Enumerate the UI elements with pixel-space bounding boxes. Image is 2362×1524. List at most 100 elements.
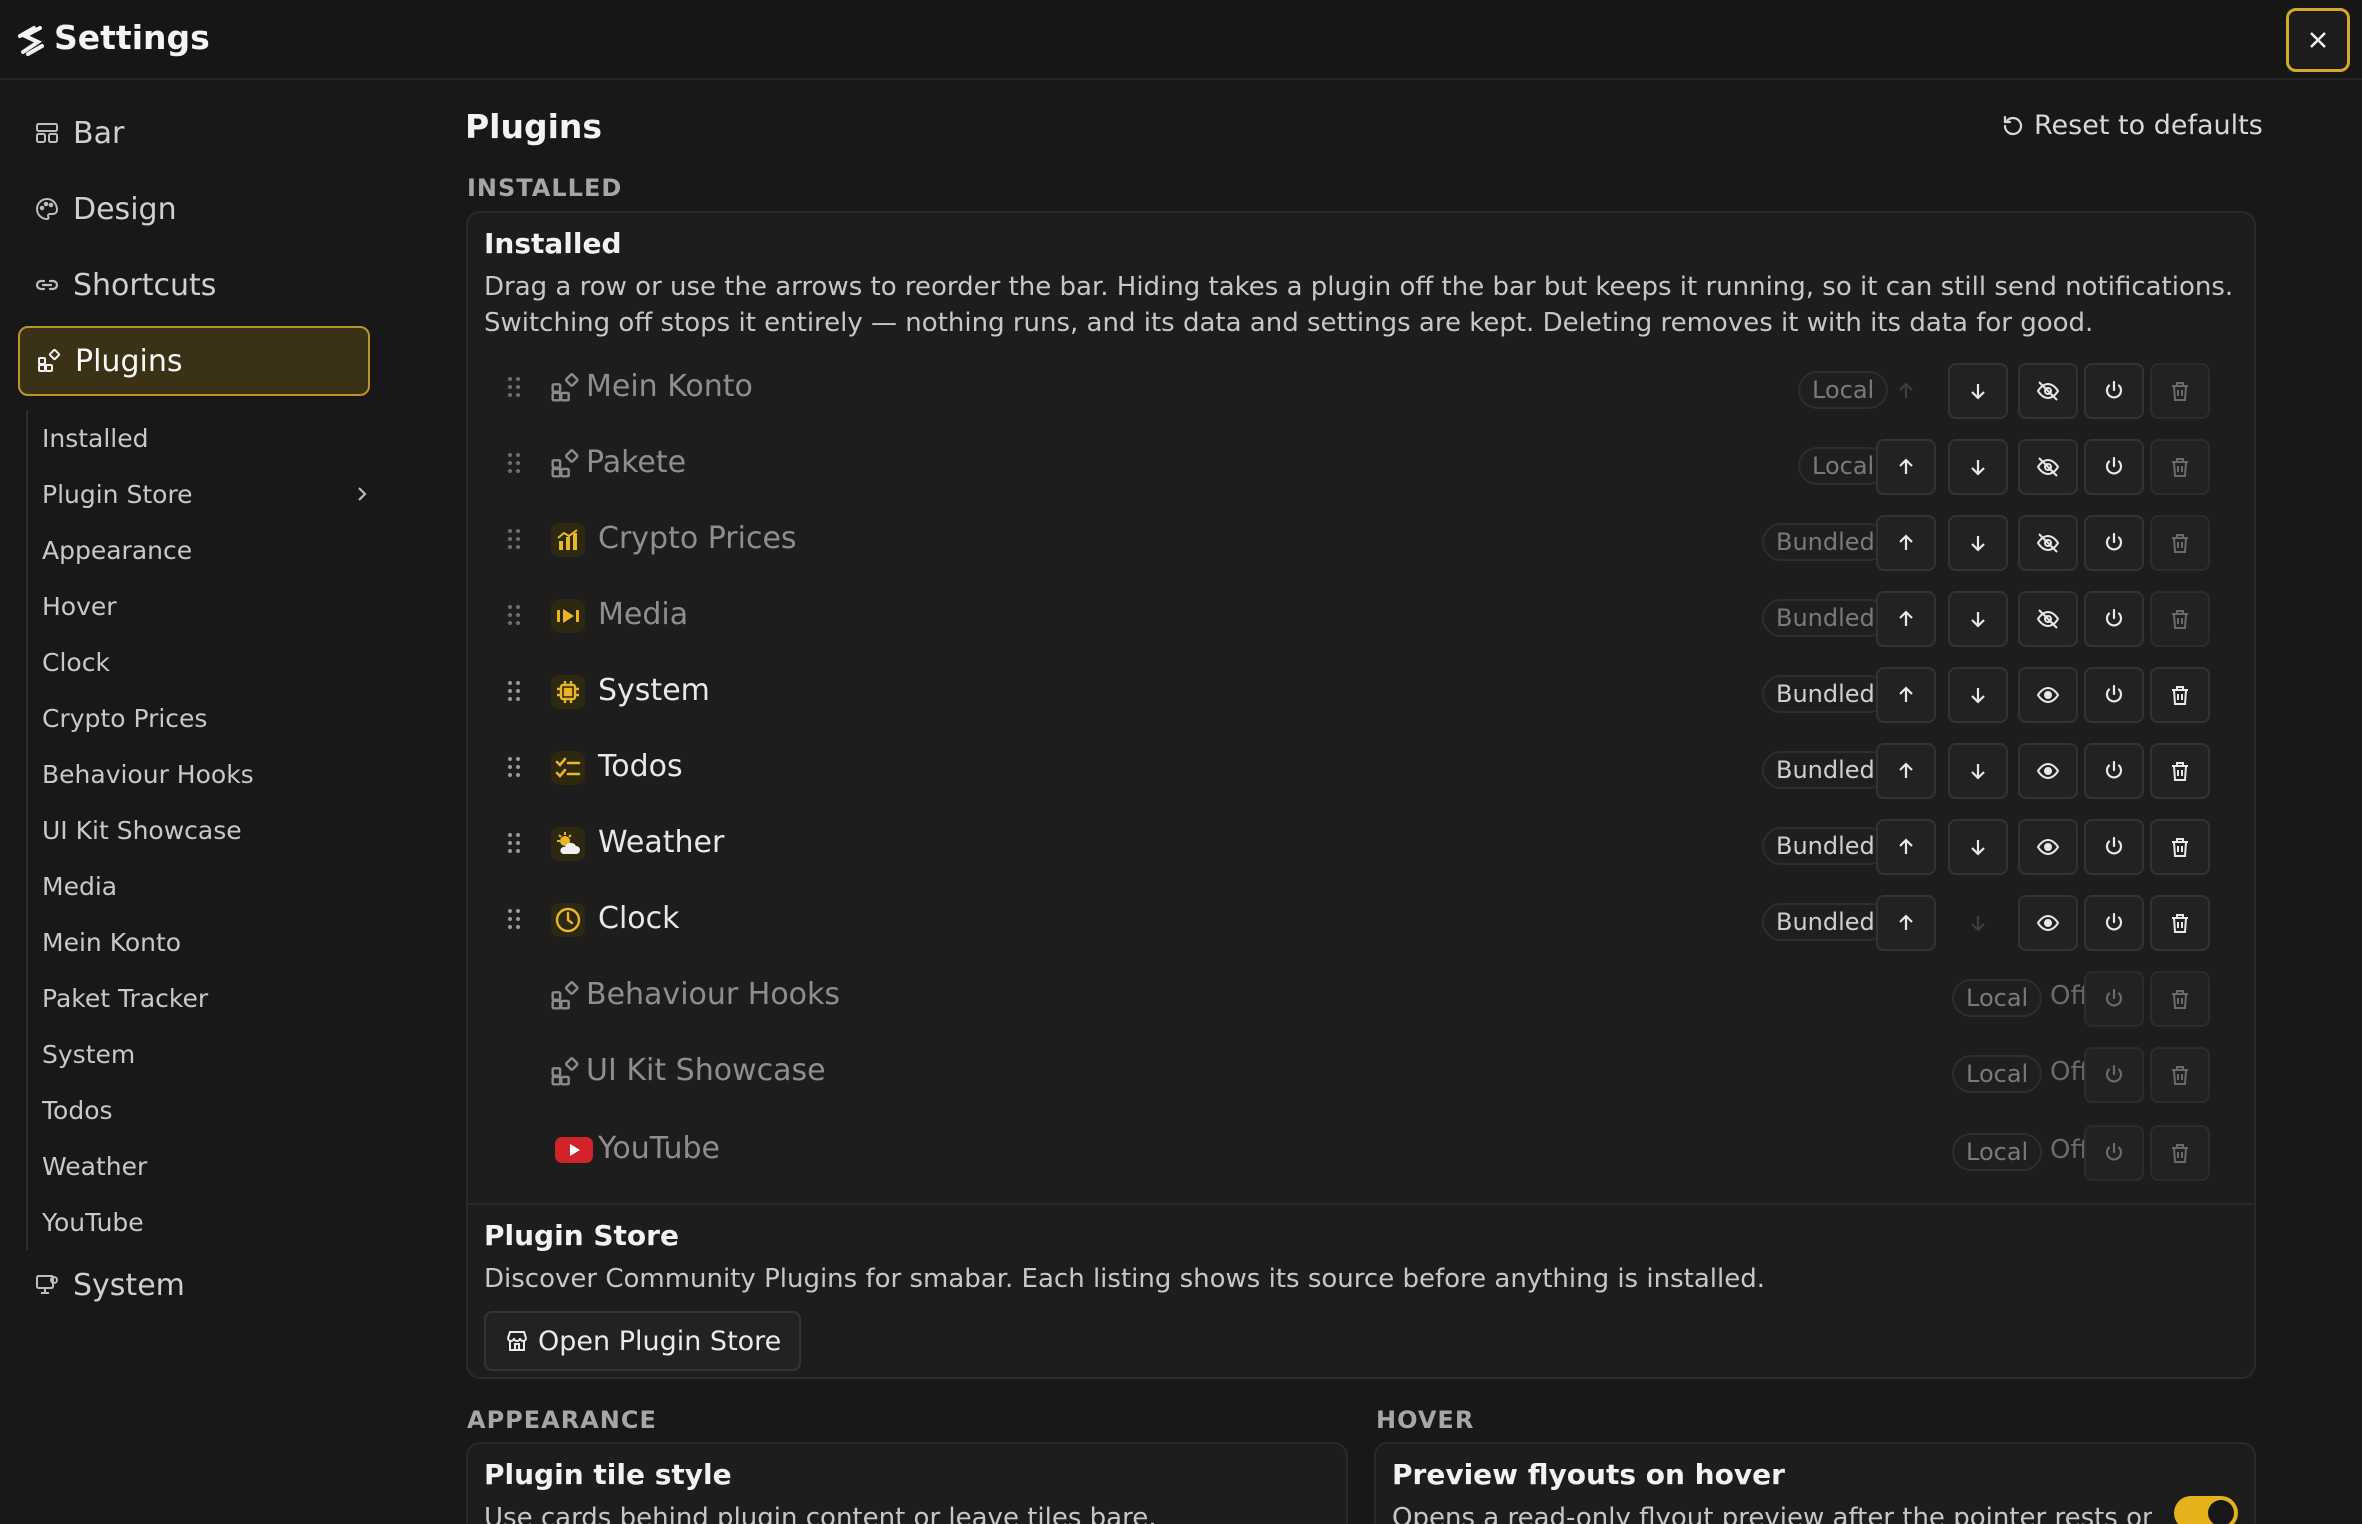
power-button[interactable] bbox=[2084, 971, 2144, 1027]
delete-button[interactable] bbox=[2150, 971, 2210, 1027]
plugin-row[interactable]: Todos Bundled bbox=[468, 731, 2258, 807]
subnav-ui-kit-showcase[interactable]: UI Kit Showcase bbox=[28, 802, 376, 858]
subnav-label: YouTube bbox=[42, 1207, 144, 1237]
drag-handle-icon[interactable] bbox=[506, 447, 522, 479]
plugin-row[interactable]: System Bundled bbox=[468, 655, 2258, 731]
power-button[interactable] bbox=[2084, 1047, 2144, 1103]
toggle-visibility-button[interactable] bbox=[2018, 515, 2078, 571]
power-button[interactable] bbox=[2084, 591, 2144, 647]
power-button[interactable] bbox=[2084, 819, 2144, 875]
move-down-button[interactable] bbox=[1948, 743, 2008, 799]
source-badge: Bundled bbox=[1762, 751, 1889, 789]
drag-handle-icon[interactable] bbox=[506, 903, 522, 935]
plugin-row[interactable]: Behaviour Hooks Local Off bbox=[468, 959, 2258, 1035]
monitor-icon bbox=[33, 1271, 61, 1299]
sidebar-item-design[interactable]: Design bbox=[18, 174, 370, 244]
subnav-system[interactable]: System bbox=[28, 1026, 376, 1082]
move-up-button[interactable] bbox=[1876, 363, 1936, 419]
move-down-button[interactable] bbox=[1948, 439, 2008, 495]
toggle-visibility-button[interactable] bbox=[2018, 667, 2078, 723]
drag-handle-icon[interactable] bbox=[506, 599, 522, 631]
move-down-button[interactable] bbox=[1948, 591, 2008, 647]
reset-defaults-button[interactable]: Reset to defaults bbox=[2000, 110, 2263, 141]
subnav-plugin-store[interactable]: Plugin Store bbox=[28, 466, 376, 522]
move-up-button[interactable] bbox=[1876, 743, 1936, 799]
delete-button[interactable] bbox=[2150, 439, 2210, 495]
move-up-button[interactable] bbox=[1876, 515, 1936, 571]
close-button[interactable] bbox=[2286, 8, 2350, 72]
power-button[interactable] bbox=[2084, 1125, 2144, 1181]
delete-button[interactable] bbox=[2150, 591, 2210, 647]
plugin-row[interactable]: Weather Bundled bbox=[468, 807, 2258, 883]
plugin-row[interactable]: UI Kit Showcase Local Off bbox=[468, 1035, 2258, 1111]
toggle-visibility-button[interactable] bbox=[2018, 439, 2078, 495]
move-up-button[interactable] bbox=[1876, 439, 1936, 495]
subnav-clock[interactable]: Clock bbox=[28, 634, 376, 690]
hover-preview-toggle[interactable] bbox=[2174, 1496, 2238, 1524]
plugin-store-section: Plugin Store Discover Community Plugins … bbox=[468, 1203, 2254, 1377]
plugin-name: Todos bbox=[598, 749, 683, 784]
subnav-installed[interactable]: Installed bbox=[28, 410, 376, 466]
toggle-visibility-button[interactable] bbox=[2018, 743, 2078, 799]
power-button[interactable] bbox=[2084, 439, 2144, 495]
subnav-paket-tracker[interactable]: Paket Tracker bbox=[28, 970, 376, 1026]
toggle-visibility-button[interactable] bbox=[2018, 895, 2078, 951]
move-down-button[interactable] bbox=[1948, 515, 2008, 571]
move-down-button[interactable] bbox=[1948, 819, 2008, 875]
sidebar-item-bar[interactable]: Bar bbox=[18, 98, 370, 168]
subnav-behaviour-hooks[interactable]: Behaviour Hooks bbox=[28, 746, 376, 802]
drag-handle-icon[interactable] bbox=[506, 675, 522, 707]
plugin-row[interactable]: Mein Konto Local bbox=[468, 351, 2258, 427]
subnav-youtube[interactable]: YouTube bbox=[28, 1194, 376, 1250]
plugin-row[interactable]: Media Bundled bbox=[468, 579, 2258, 655]
subnav-appearance[interactable]: Appearance bbox=[28, 522, 376, 578]
power-button[interactable] bbox=[2084, 363, 2144, 419]
toggle-visibility-button[interactable] bbox=[2018, 591, 2078, 647]
subnav-hover[interactable]: Hover bbox=[28, 578, 376, 634]
move-up-button[interactable] bbox=[1876, 591, 1936, 647]
move-up-button[interactable] bbox=[1876, 895, 1936, 951]
drag-handle-icon[interactable] bbox=[506, 523, 522, 555]
plugin-row[interactable]: YouTube Local Off bbox=[468, 1113, 2258, 1189]
power-button[interactable] bbox=[2084, 895, 2144, 951]
power-button[interactable] bbox=[2084, 515, 2144, 571]
move-down-button[interactable] bbox=[1948, 363, 2008, 419]
subnav-todos[interactable]: Todos bbox=[28, 1082, 376, 1138]
weather-icon bbox=[551, 827, 585, 861]
power-button[interactable] bbox=[2084, 667, 2144, 723]
delete-button[interactable] bbox=[2150, 1125, 2210, 1181]
delete-button[interactable] bbox=[2150, 667, 2210, 723]
sidebar-item-system[interactable]: System bbox=[18, 1250, 370, 1320]
power-icon bbox=[2105, 608, 2123, 627]
move-down-button[interactable] bbox=[1948, 895, 2008, 951]
delete-button[interactable] bbox=[2150, 1047, 2210, 1103]
delete-button[interactable] bbox=[2150, 819, 2210, 875]
delete-button[interactable] bbox=[2150, 743, 2210, 799]
move-up-button[interactable] bbox=[1876, 667, 1936, 723]
toggle-visibility-button[interactable] bbox=[2018, 363, 2078, 419]
subnav-crypto-prices[interactable]: Crypto Prices bbox=[28, 690, 376, 746]
drag-handle-icon[interactable] bbox=[506, 371, 522, 403]
delete-button[interactable] bbox=[2150, 363, 2210, 419]
delete-button[interactable] bbox=[2150, 895, 2210, 951]
subnav-weather[interactable]: Weather bbox=[28, 1138, 376, 1194]
plugin-row[interactable]: Crypto Prices Bundled bbox=[468, 503, 2258, 579]
drag-handle-icon[interactable] bbox=[506, 751, 522, 783]
clock-icon bbox=[551, 903, 585, 937]
plugin-row[interactable]: Pakete Local bbox=[468, 427, 2258, 503]
subnav-mein-konto[interactable]: Mein Konto bbox=[28, 914, 376, 970]
open-plugin-store-button[interactable]: Open Plugin Store bbox=[484, 1311, 802, 1371]
eye-off-icon bbox=[2036, 609, 2060, 629]
installed-description-line: Drag a row or use the arrows to reorder … bbox=[484, 272, 2234, 302]
subnav-media[interactable]: Media bbox=[28, 858, 376, 914]
toggle-visibility-button[interactable] bbox=[2018, 819, 2078, 875]
plugin-row[interactable]: Clock Bundled bbox=[468, 883, 2258, 959]
power-button[interactable] bbox=[2084, 743, 2144, 799]
move-up-button[interactable] bbox=[1876, 819, 1936, 875]
drag-handle-icon[interactable] bbox=[506, 827, 522, 859]
move-down-button[interactable] bbox=[1948, 667, 2008, 723]
delete-button[interactable] bbox=[2150, 515, 2210, 571]
sidebar-item-plugins[interactable]: Plugins bbox=[18, 326, 370, 396]
arrow-up-icon bbox=[1899, 382, 1913, 398]
sidebar-item-shortcuts[interactable]: Shortcuts bbox=[18, 250, 370, 320]
